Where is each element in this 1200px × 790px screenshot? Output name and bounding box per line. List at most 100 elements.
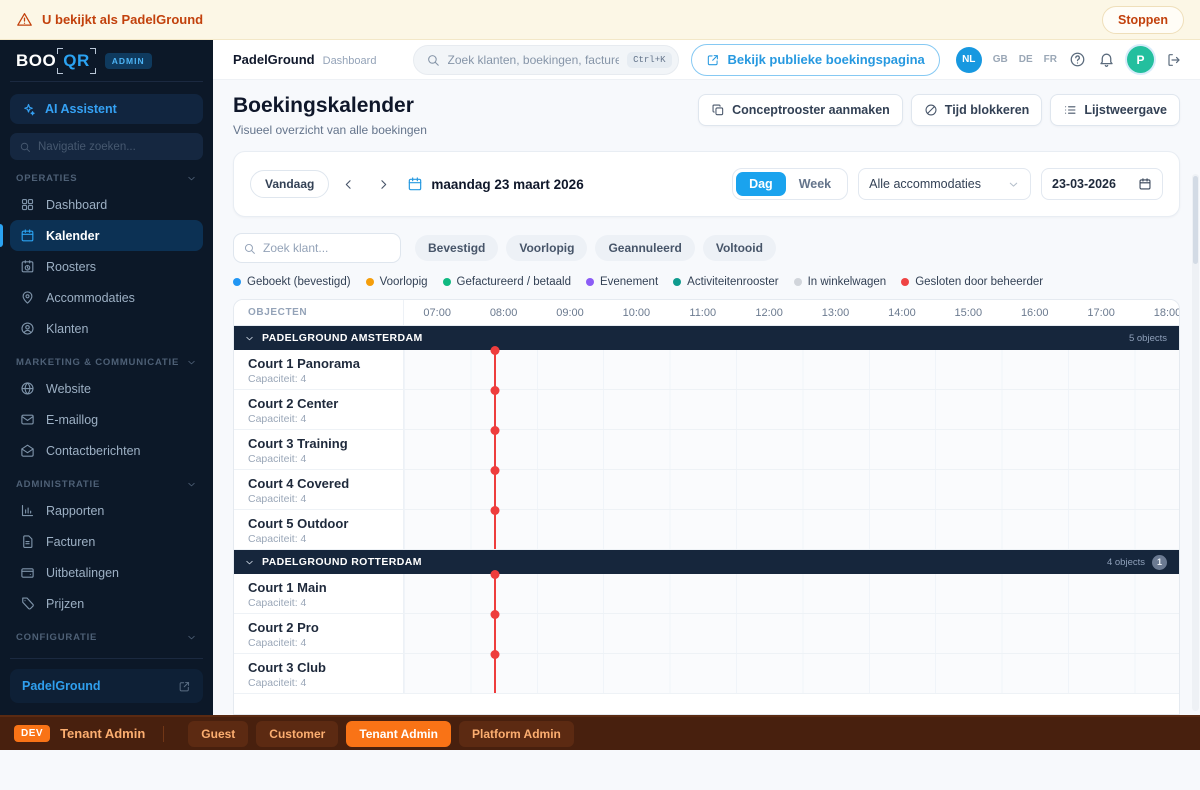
external-link-icon (706, 53, 720, 67)
breadcrumb-tenant[interactable]: PadelGround (233, 52, 315, 67)
legend-dot (233, 278, 241, 286)
status-chip-voorlopig[interactable]: Voorlopig (506, 235, 587, 261)
calendar-icon[interactable] (1138, 177, 1152, 191)
sidebar-item-e-maillog[interactable]: E-maillog (10, 404, 203, 435)
role-button-platform-admin[interactable]: Platform Admin (459, 721, 574, 747)
court-label-cell[interactable]: Court 4 Covered Capaciteit: 4 (234, 470, 404, 509)
sidebar-item-roosters[interactable]: Roosters (10, 251, 203, 282)
date-picker-input[interactable] (1052, 177, 1128, 191)
grid-icon (20, 197, 35, 212)
legend-item: Activiteitenrooster (673, 276, 778, 288)
status-chip-geannuleerd[interactable]: Geannuleerd (595, 235, 694, 261)
next-day-button[interactable] (368, 173, 399, 196)
court-row: Court 3 Training Capaciteit: 4 (234, 430, 1179, 470)
global-search: Ctrl+K (413, 45, 679, 75)
booqr-logo[interactable]: BOOQR (16, 50, 95, 72)
venue-section-header[interactable]: PADELGROUND ROTTERDAM 4 objects1 (234, 550, 1179, 574)
sidebar-item-prijzen[interactable]: Prijzen (10, 588, 203, 619)
language-fr[interactable]: FR (1044, 54, 1057, 65)
court-timeline[interactable] (404, 470, 1179, 509)
sidebar-item-klanten[interactable]: Klanten (10, 313, 203, 344)
role-button-tenant-admin[interactable]: Tenant Admin (346, 721, 451, 747)
view-week-option[interactable]: Week (786, 172, 844, 196)
court-label-cell[interactable]: Court 2 Center Capaciteit: 4 (234, 390, 404, 429)
avatar[interactable]: P (1127, 46, 1154, 73)
court-label-cell[interactable]: Court 1 Main Capaciteit: 4 (234, 574, 404, 613)
court-timeline[interactable] (404, 390, 1179, 429)
court-timeline[interactable] (404, 430, 1179, 469)
global-search-input[interactable] (448, 53, 620, 67)
tijd-blokkeren-button[interactable]: Tijd blokkeren (911, 94, 1043, 126)
current-time-indicator (494, 470, 496, 509)
calendar-icon (407, 176, 423, 192)
prev-day-button[interactable] (333, 173, 364, 196)
legend-item: Geboekt (bevestigd) (233, 276, 351, 288)
sidebar-search-input[interactable] (38, 141, 194, 153)
sidebar-item-facturen[interactable]: Facturen (10, 526, 203, 557)
logout-icon[interactable] (1166, 52, 1182, 68)
court-timeline[interactable] (404, 614, 1179, 653)
current-time-indicator (494, 350, 496, 389)
globe-icon (20, 381, 35, 396)
language-nl[interactable]: NL (956, 47, 982, 73)
sidebar-item-rapporten[interactable]: Rapporten (10, 495, 203, 526)
sidebar-item-contactberichten[interactable]: Contactberichten (10, 435, 203, 466)
role-button-customer[interactable]: Customer (256, 721, 338, 747)
logo-row: BOOQR ADMIN (10, 40, 203, 82)
sidebar-nav: OPERATIES Dashboard Kalender Roosters Ac… (10, 160, 203, 648)
list-icon (1063, 103, 1077, 117)
court-timeline[interactable] (404, 350, 1179, 389)
language-gb[interactable]: GB (993, 54, 1008, 65)
today-button[interactable]: Vandaag (250, 170, 329, 198)
chevron-down-icon (186, 173, 197, 184)
status-filter-chips: Bevestigd Voorlopig Geannuleerd Voltooid (415, 235, 776, 261)
objects-column-header: OBJECTEN (234, 300, 404, 325)
time-label: 07:00 (404, 300, 470, 325)
accommodation-filter[interactable]: Alle accommodaties (858, 168, 1031, 200)
pin-icon (20, 290, 35, 305)
court-label-cell[interactable]: Court 5 Outdoor Capaciteit: 4 (234, 510, 404, 549)
lijstweergave-button[interactable]: Lijstweergave (1050, 94, 1180, 126)
sidebar-item-accommodaties[interactable]: Accommodaties (10, 282, 203, 313)
conceptrooster-aanmaken-button[interactable]: Conceptrooster aanmaken (698, 94, 903, 126)
sidebar-item-kalender[interactable]: Kalender (10, 220, 203, 251)
chevron-down-icon (244, 333, 255, 344)
tenant-link[interactable]: PadelGround (10, 669, 203, 703)
stop-impersonation-button[interactable]: Stoppen (1102, 6, 1184, 34)
customer-search-input[interactable] (263, 241, 391, 255)
help-icon[interactable] (1069, 51, 1086, 68)
schedule-icon (20, 259, 35, 274)
court-timeline[interactable] (404, 574, 1179, 613)
role-button-guest[interactable]: Guest (188, 721, 248, 747)
court-timeline[interactable] (404, 510, 1179, 549)
sidebar: BOOQR ADMIN AI Assistent OPERATIES Dashb… (0, 40, 213, 715)
public-booking-page-button[interactable]: Bekijk publieke boekingspagina (691, 44, 940, 76)
language-switcher: NL GB DE FR (956, 47, 1057, 73)
breadcrumb-page[interactable]: Dashboard (323, 55, 377, 67)
court-label-cell[interactable]: Court 3 Training Capaciteit: 4 (234, 430, 404, 469)
status-chip-bevestigd[interactable]: Bevestigd (415, 235, 498, 261)
scrollbar-thumb[interactable] (1193, 176, 1198, 264)
court-label-cell[interactable]: Court 1 Panorama Capaciteit: 4 (234, 350, 404, 389)
venue-section-header[interactable]: PADELGROUND AMSTERDAM 5 objects (234, 326, 1179, 350)
sidebar-section-label[interactable]: ADMINISTRATIE (16, 479, 197, 490)
sidebar-section-label[interactable]: MARKETING & COMMUNICATIE (16, 357, 197, 368)
sidebar-item-dashboard[interactable]: Dashboard (10, 189, 203, 220)
notifications-bell-icon[interactable] (1098, 51, 1115, 68)
court-row: Court 5 Outdoor Capaciteit: 4 (234, 510, 1179, 550)
sidebar-section-label[interactable]: CONFIGURATIE (16, 632, 197, 643)
ai-assistant-button[interactable]: AI Assistent (10, 94, 203, 124)
court-label-cell[interactable]: Court 2 Pro Capaciteit: 4 (234, 614, 404, 653)
court-label-cell[interactable]: Court 3 Club Capaciteit: 4 (234, 654, 404, 693)
vertical-scrollbar[interactable] (1192, 174, 1199, 711)
court-timeline[interactable] (404, 654, 1179, 693)
court-row: Court 3 Club Capaciteit: 4 (234, 654, 1179, 694)
status-chip-voltooid[interactable]: Voltooid (703, 235, 776, 261)
impersonation-message: U bekijkt als PadelGround (42, 12, 203, 27)
sidebar-item-website[interactable]: Website (10, 373, 203, 404)
sidebar-item-uitbetalingen[interactable]: Uitbetalingen (10, 557, 203, 588)
view-day-option[interactable]: Dag (736, 172, 786, 196)
time-label: 08:00 (470, 300, 536, 325)
language-de[interactable]: DE (1019, 54, 1033, 65)
sidebar-section-label[interactable]: OPERATIES (16, 173, 197, 184)
